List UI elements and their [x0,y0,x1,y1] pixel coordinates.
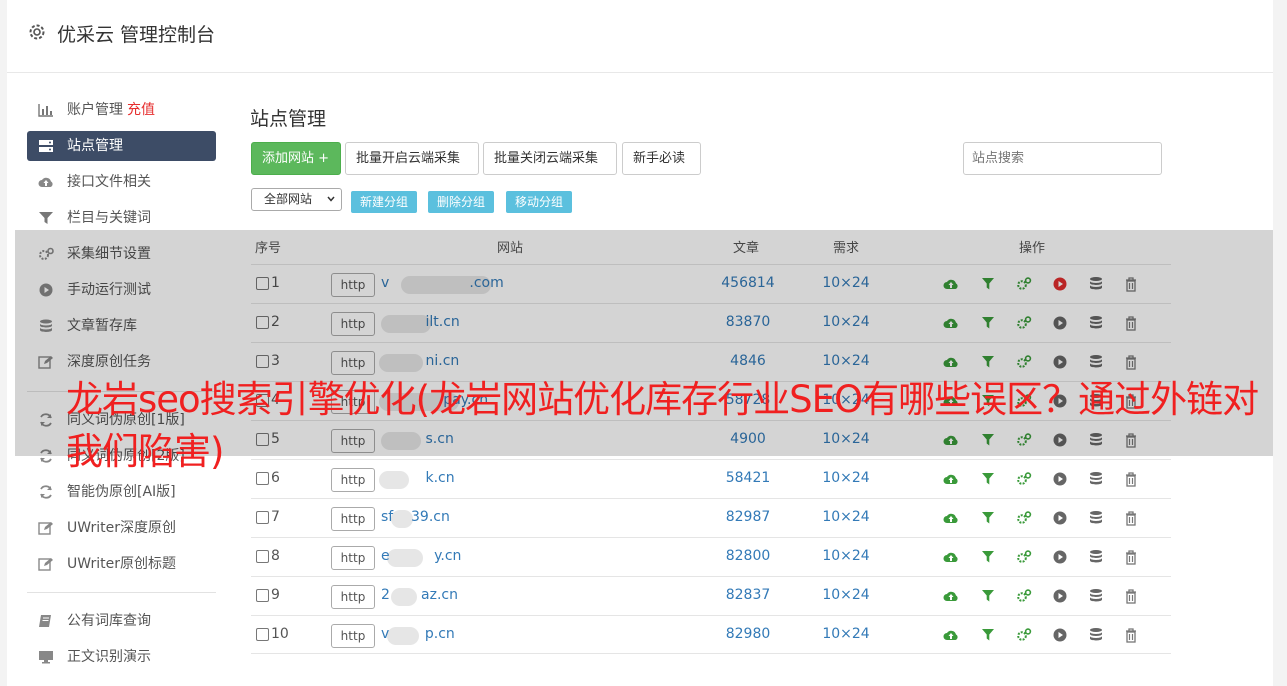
http-button[interactable]: http [331,507,375,531]
row-number: 10 [271,626,289,642]
delete-group-button[interactable]: 删除分组 [428,191,495,213]
cogs-icon[interactable] [1016,627,1032,643]
demand-value[interactable]: 10×24 [811,587,881,603]
edit-icon [38,558,53,571]
recharge-link[interactable]: 充值 [127,102,155,118]
cloud-upload-icon[interactable] [943,549,959,565]
gear-icon[interactable] [27,22,47,42]
filter-icon[interactable] [980,510,996,526]
site-link[interactable]: v p.cn [381,626,455,642]
sidebar-item-sites[interactable]: 站点管理 [27,131,216,161]
trash-icon[interactable] [1123,510,1139,526]
page-title: 站点管理 [250,108,327,130]
article-count[interactable]: 82987 [713,509,783,525]
database-icon[interactable] [1088,549,1104,565]
http-button[interactable]: http [331,624,375,648]
database-icon[interactable] [1088,627,1104,643]
book-icon [39,615,51,627]
filter-icon [39,212,53,224]
table-row: 10 http v p.cn 82980 10×24 [251,615,1171,655]
group-select[interactable]: 全部网站 [251,188,342,211]
play-circle-icon[interactable] [1052,588,1068,604]
row-number: 9 [271,587,280,603]
article-count[interactable]: 82837 [713,587,783,603]
table-row: 9 http 2 az.cn 82837 10×24 [251,576,1171,616]
trash-icon[interactable] [1123,588,1139,604]
sidebar-item-label: 接口文件相关 [67,174,151,190]
header-bar: 优采云 管理控制台 [7,0,1273,73]
cloud-upload-icon [38,177,53,187]
sidebar-item-label: UWriter原创标题 [67,556,176,572]
site-search-input[interactable] [963,142,1162,175]
sidebar-item-label: 公有词库查询 [67,613,151,629]
row-checkbox[interactable] [256,511,269,524]
sidebar-item-label: 账户管理 [67,102,123,118]
batch-open-cloud-button[interactable]: 批量开启云端采集 [345,142,479,175]
site-link[interactable]: 2 az.cn [381,587,458,603]
batch-close-cloud-button[interactable]: 批量关闭云端采集 [483,142,617,175]
sidebar-item-interface-files[interactable]: 接口文件相关 [27,167,216,197]
database-icon[interactable] [1088,510,1104,526]
sidebar-item-uwriter-title[interactable]: UWriter原创标题 [27,549,216,579]
cloud-upload-icon[interactable] [943,588,959,604]
new-group-button[interactable]: 新建分组 [351,191,418,213]
filter-icon[interactable] [980,549,996,565]
sidebar-item-columns-keywords[interactable]: 栏目与关键词 [27,203,216,233]
move-group-button[interactable]: 移动分组 [506,191,573,213]
row-checkbox[interactable] [256,628,269,641]
site-link[interactable]: e y.cn [381,548,461,564]
database-icon[interactable] [1088,588,1104,604]
sidebar-item-account[interactable]: 账户管理 充值 [27,95,216,125]
table-row: 7 http sf 39.cn 82987 10×24 [251,498,1171,538]
refresh-icon [40,485,52,499]
overlay-title: 龙岩seo搜索引擎优化(龙岩网站优化库存行业SEO有哪些误区？通过外链对我们陷害… [66,378,1259,473]
edit-icon [38,522,53,535]
chevron-down-icon [327,196,335,202]
sidebar-item-label: UWriter深度原创 [67,520,176,536]
table-bottom-border [251,653,1171,654]
http-button[interactable]: http [331,585,375,609]
app-title: 优采云 管理控制台 [57,24,216,46]
trash-icon[interactable] [1123,627,1139,643]
demand-value[interactable]: 10×24 [811,548,881,564]
article-count[interactable]: 82980 [713,626,783,642]
bar-chart-icon [38,104,53,117]
cogs-icon[interactable] [1016,510,1032,526]
play-circle-icon[interactable] [1052,549,1068,565]
play-circle-icon[interactable] [1052,510,1068,526]
sidebar-item-label: 栏目与关键词 [67,210,151,226]
site-link[interactable]: sf 39.cn [381,509,450,525]
filter-icon[interactable] [980,588,996,604]
article-count[interactable]: 82800 [713,548,783,564]
row-number: 7 [271,509,280,525]
trash-icon[interactable] [1123,549,1139,565]
cloud-upload-icon[interactable] [943,510,959,526]
demand-value[interactable]: 10×24 [811,626,881,642]
row-checkbox[interactable] [256,550,269,563]
sidebar-divider [27,592,216,593]
sidebar-item-label: 站点管理 [67,138,123,154]
sidebar-item-uwriter-deep[interactable]: UWriter深度原创 [27,513,216,543]
row-checkbox[interactable] [256,589,269,602]
guide-button[interactable]: 新手必读 [622,142,701,175]
filter-icon[interactable] [980,627,996,643]
sidebar-item-word-library[interactable]: 公有词库查询 [27,606,216,636]
sidebar-item-text-recognition[interactable]: 正文识别演示 [27,642,216,672]
add-site-button[interactable]: 添加网站 + [251,142,341,175]
group-select-value: 全部网站 [264,192,313,206]
cogs-icon[interactable] [1016,588,1032,604]
sidebar-item-label: 智能伪原创[AI版] [67,484,176,500]
sidebar-item-ai-rewrite[interactable]: 智能伪原创[AI版] [27,477,216,507]
demand-value[interactable]: 10×24 [811,509,881,525]
table-row: 8 http e y.cn 82800 10×24 [251,537,1171,577]
row-number: 8 [271,548,280,564]
http-button[interactable]: http [331,546,375,570]
cogs-icon[interactable] [1016,549,1032,565]
monitor-icon [39,651,53,664]
sidebar-item-label: 正文识别演示 [67,649,151,665]
server-icon [39,140,53,152]
cloud-upload-icon[interactable] [943,627,959,643]
play-circle-icon[interactable] [1052,627,1068,643]
